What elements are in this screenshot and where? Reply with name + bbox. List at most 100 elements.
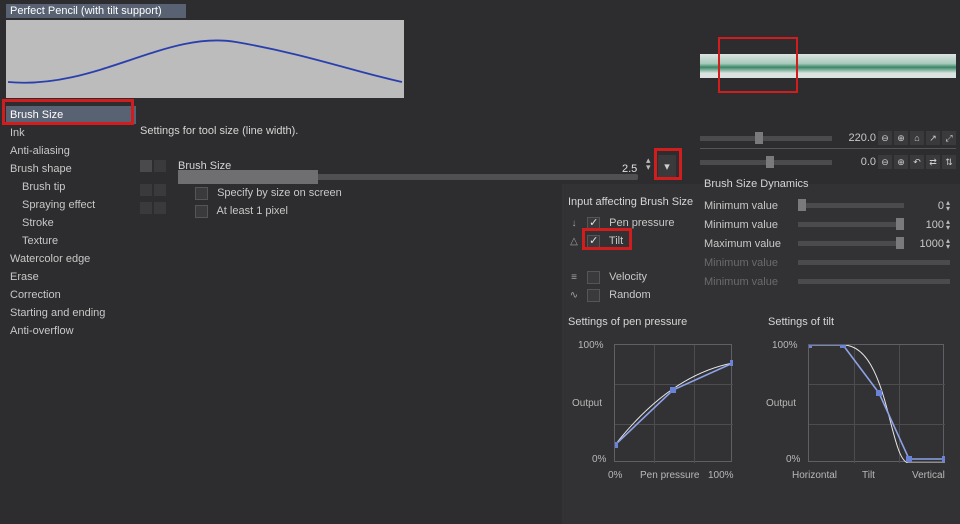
zoom-out-button[interactable]: ⊖	[878, 131, 892, 145]
axis-label: Tilt	[862, 470, 875, 481]
brush-preview	[6, 20, 404, 98]
eye-icon[interactable]	[140, 160, 152, 172]
dynamics-slider	[798, 260, 950, 265]
input-tilt-row[interactable]: △ Tilt	[568, 234, 623, 250]
dynamics-row[interactable]: Minimum value 100 ▴▾	[704, 215, 956, 234]
axis-label: 0%	[592, 454, 606, 465]
dynamics-row[interactable]: Maximum value 1000 ▴▾	[704, 234, 956, 253]
step-down-icon[interactable]: ▾	[646, 164, 656, 171]
toggle-icon[interactable]	[140, 184, 152, 196]
dynamics-stepper[interactable]: ▴▾	[946, 200, 956, 212]
dynamics-value[interactable]: 0	[910, 200, 944, 212]
dynamics-value[interactable]: 1000	[910, 238, 944, 250]
dynamics-row-disabled: Minimum value	[704, 253, 956, 272]
sidebar-item-ink[interactable]: Ink	[6, 124, 136, 142]
sidebar-item-stroke[interactable]: Stroke	[6, 214, 136, 232]
rotate-value[interactable]: 0.0	[838, 156, 876, 168]
dynamics-slider[interactable]	[798, 241, 904, 246]
slider-knob[interactable]	[178, 170, 318, 184]
sidebar-item-brush-tip[interactable]: Brush tip	[6, 178, 136, 196]
axis-label: Vertical	[912, 470, 945, 481]
row-controls-2[interactable]	[140, 184, 170, 196]
dynamics-label: Minimum value	[704, 257, 798, 269]
dynamics-slider[interactable]	[798, 222, 904, 227]
axis-label: Output	[766, 398, 796, 409]
rotate-slider[interactable]	[700, 160, 832, 165]
pen-pressure-icon: ↓	[568, 218, 580, 230]
sidebar-item-texture[interactable]: Texture	[6, 232, 136, 250]
specify-by-size-row[interactable]: Specify by size on screen	[195, 186, 342, 202]
dynamics-slider[interactable]	[798, 203, 904, 208]
sidebar-item-brush-size[interactable]: Brush Size	[6, 106, 136, 124]
axis-label: Pen pressure	[640, 470, 699, 481]
sidebar-item-spraying-effect[interactable]: Spraying effect	[6, 196, 136, 214]
navigator-zoom-row: 220.0 ⊖ ⊕ ⌂ ↗ ⤢	[700, 128, 956, 148]
fullscreen-button[interactable]: ⤢	[942, 131, 956, 145]
navigator-viewport-box[interactable]	[718, 37, 798, 93]
dynamics-stepper[interactable]: ▴▾	[946, 219, 956, 231]
sidebar-item-erase[interactable]: Erase	[6, 268, 136, 286]
at-least-1px-row[interactable]: At least 1 pixel	[195, 204, 288, 220]
dynamics-label: Minimum value	[704, 276, 798, 288]
input-pen-pressure-row[interactable]: ↓ Pen pressure	[568, 216, 675, 232]
flip-vertical-button[interactable]: ⇅	[942, 155, 956, 169]
arrow-icon[interactable]	[154, 202, 166, 214]
axis-label: 0%	[608, 470, 622, 481]
rotate-left-button[interactable]: ⊖	[878, 155, 892, 169]
row-controls-3[interactable]	[140, 202, 170, 214]
atleast-checkbox[interactable]	[195, 205, 208, 218]
axis-label: 100%	[578, 340, 604, 351]
dynamics-label: Minimum value	[704, 219, 798, 231]
input-velocity-row[interactable]: ≡ Velocity	[568, 270, 647, 286]
dynamics-stepper[interactable]: ▴▾	[946, 238, 956, 250]
axis-label: 0%	[786, 454, 800, 465]
tool-title: Perfect Pencil (with tilt support)	[6, 4, 186, 18]
toggle-icon[interactable]	[140, 202, 152, 214]
input-random-row[interactable]: ∿ Random	[568, 288, 651, 304]
pen-pressure-graph[interactable]: 100% Output 0% 0% Pen pressure 100%	[568, 326, 738, 488]
pen-pressure-checkbox[interactable]	[587, 217, 600, 230]
navigator-rotate-row: 0.0 ⊖ ⊕ ↶ ⇄ ⇅	[700, 152, 956, 172]
settings-sidebar: Brush Size Ink Anti-aliasing Brush shape…	[6, 106, 136, 340]
sidebar-item-watercolor-edge[interactable]: Watercolor edge	[6, 250, 136, 268]
brush-size-slider[interactable]	[178, 174, 638, 180]
velocity-checkbox[interactable]	[587, 271, 600, 284]
fit-button[interactable]: ↗	[926, 131, 940, 145]
zoom-slider[interactable]	[700, 136, 832, 141]
arrow-icon[interactable]	[154, 160, 166, 172]
tilt-checkbox[interactable]	[587, 235, 600, 248]
panel-header: Input affecting Brush Size	[568, 196, 693, 208]
atleast-label: At least 1 pixel	[216, 205, 288, 217]
random-checkbox[interactable]	[587, 289, 600, 302]
zoom-in-button[interactable]: ⊕	[894, 131, 908, 145]
zoom-reset-button[interactable]: ⌂	[910, 131, 924, 145]
dynamics-row[interactable]: Minimum value 0 ▴▾	[704, 196, 956, 215]
brush-size-stepper[interactable]: ▴▾	[646, 157, 656, 171]
brush-size-dynamics-button[interactable]: ▾	[658, 155, 676, 177]
sidebar-item-brush-shape[interactable]: Brush shape	[6, 160, 136, 178]
tilt-graph[interactable]: 100% Output 0% Horizontal Tilt Vertical	[762, 326, 932, 488]
velocity-label: Velocity	[609, 271, 647, 283]
brush-size-value[interactable]: 2.5	[622, 163, 637, 175]
arrow-icon[interactable]	[154, 184, 166, 196]
dynamics-value[interactable]: 100	[910, 219, 944, 231]
tilt-label: Tilt	[609, 235, 623, 247]
sidebar-item-starting-ending[interactable]: Starting and ending	[6, 304, 136, 322]
sidebar-item-anti-overflow[interactable]: Anti-overflow	[6, 322, 136, 340]
dynamics-label: Maximum value	[704, 238, 798, 250]
flip-horizontal-button[interactable]: ⇄	[926, 155, 940, 169]
reset-rotation-button[interactable]: ↶	[910, 155, 924, 169]
tilt-icon: △	[568, 236, 580, 248]
sidebar-item-correction[interactable]: Correction	[6, 286, 136, 304]
dynamics-row-disabled: Minimum value	[704, 272, 956, 291]
rotate-right-button[interactable]: ⊕	[894, 155, 908, 169]
sidebar-item-antialiasing[interactable]: Anti-aliasing	[6, 142, 136, 160]
axis-label: 100%	[772, 340, 798, 351]
axis-label: Horizontal	[792, 470, 837, 481]
dynamics-slider	[798, 279, 950, 284]
axis-label: Output	[572, 398, 602, 409]
separator	[700, 148, 956, 149]
row-controls-1[interactable]	[140, 160, 170, 172]
zoom-value[interactable]: 220.0	[838, 132, 876, 144]
specify-checkbox[interactable]	[195, 187, 208, 200]
